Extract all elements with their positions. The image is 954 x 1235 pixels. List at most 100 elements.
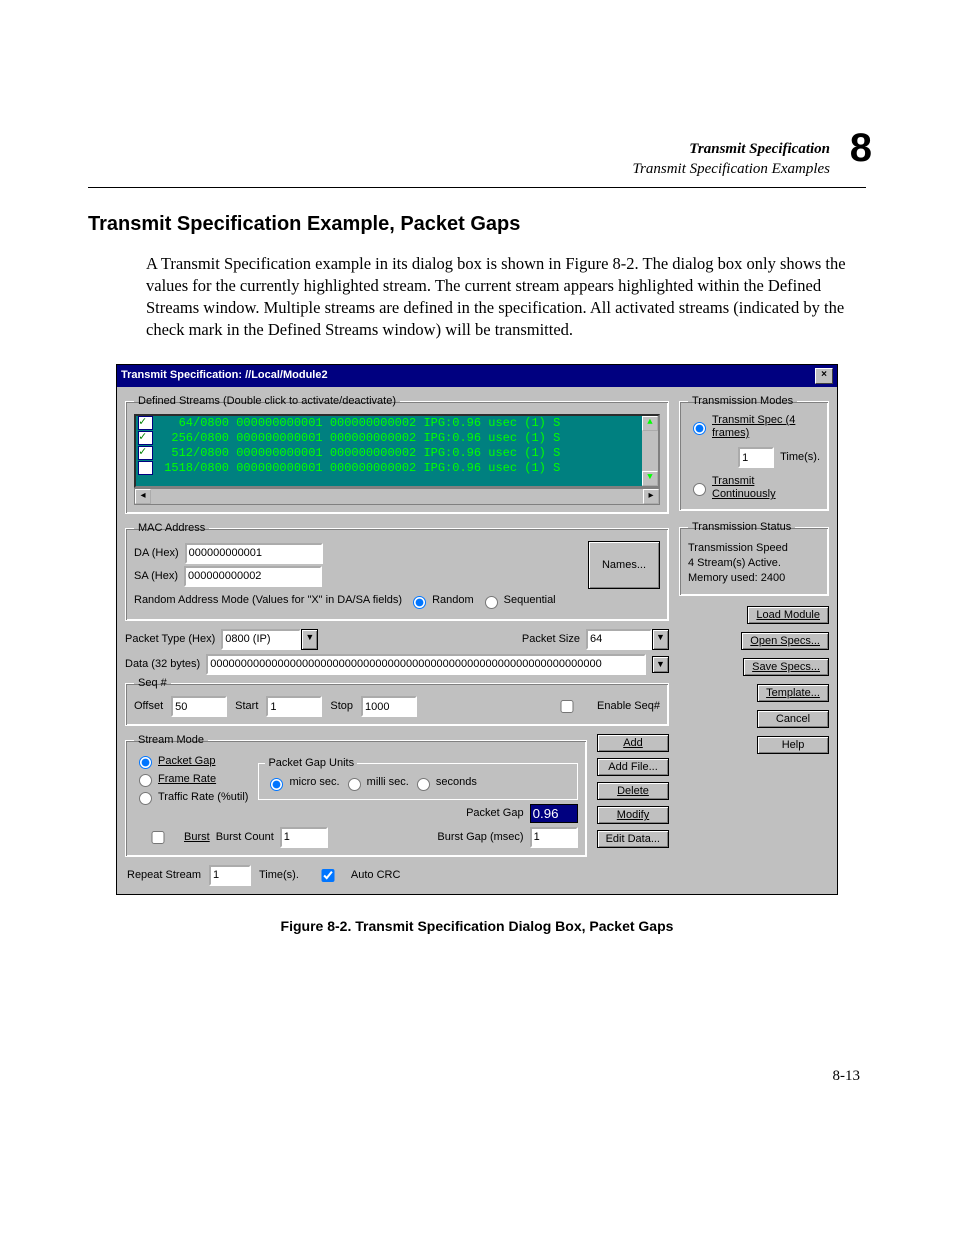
running-header-line2: Transmit Specification Examples (88, 160, 830, 180)
figure-caption: Figure 8-2. Transmit Specification Dialo… (88, 917, 866, 935)
header-rule (88, 187, 866, 188)
check-icon (138, 416, 153, 430)
template-button[interactable]: Template... (757, 684, 829, 702)
seq-offset-field[interactable] (171, 696, 227, 717)
seq-stop-field[interactable] (361, 696, 417, 717)
list-item[interactable]: 256/0800 000000000001 000000000002 IPG:0… (138, 431, 640, 446)
burst-count-field[interactable] (280, 827, 328, 848)
burst-count-label: Burst Count (216, 831, 274, 844)
transmit-times-label: Time(s). (780, 451, 820, 464)
check-icon (138, 461, 153, 475)
help-button[interactable]: Help (757, 736, 829, 754)
running-header-line1: Transmit Specification (88, 140, 830, 160)
scroll-right-icon[interactable]: ▸ (643, 489, 659, 504)
random-mode-label: Random Address Mode (Values for "X" in D… (134, 594, 402, 607)
units-msec-radio[interactable]: milli sec. (343, 775, 409, 791)
chapter-number: 8 (850, 128, 872, 168)
sequential-radio[interactable]: Sequential (480, 593, 556, 609)
defined-streams-group: Defined Streams (Double click to activat… (125, 395, 669, 514)
transmission-status-group: Transmission Status Transmission Speed 4… (679, 521, 829, 597)
scroll-down-icon[interactable]: ▼ (642, 471, 658, 486)
dialog-title: Transmit Specification: //Local/Module2 (121, 369, 328, 382)
auto-crc-checkbox[interactable]: Auto CRC (307, 866, 401, 885)
gap-units-group: Packet Gap Units micro sec. milli sec. s… (258, 757, 577, 799)
sa-label: SA (Hex) (134, 570, 178, 583)
check-icon (138, 431, 153, 445)
list-item[interactable]: 512/0800 000000000001 000000000002 IPG:0… (138, 446, 640, 461)
transmit-cont-radio[interactable]: Transmit Continuously (688, 475, 820, 501)
cancel-button[interactable]: Cancel (757, 710, 829, 728)
defined-streams-legend: Defined Streams (Double click to activat… (134, 395, 400, 408)
packet-type-label: Packet Type (Hex) (125, 633, 215, 646)
open-specs-button[interactable]: Open Specs... (741, 632, 829, 650)
close-icon[interactable]: × (815, 368, 833, 384)
repeat-times-label: Time(s). (259, 869, 299, 882)
seq-stop-label: Stop (330, 700, 353, 713)
enable-seq-checkbox[interactable]: Enable Seq# (539, 697, 660, 716)
packet-gap-field[interactable] (530, 804, 578, 823)
defined-streams-list[interactable]: ▲▼ 64/0800 000000000001 000000000002 IPG… (134, 414, 660, 488)
packet-size-combo[interactable]: ▼ (586, 629, 669, 650)
units-usec-radio[interactable]: micro sec. (265, 775, 339, 791)
burst-gap-label: Burst Gap (msec) (437, 831, 523, 844)
units-sec-radio[interactable]: seconds (412, 775, 477, 791)
packet-size-label: Packet Size (522, 633, 580, 646)
figure: Transmit Specification: //Local/Module2 … (88, 364, 866, 935)
da-label: DA (Hex) (134, 547, 179, 560)
status-active: 4 Stream(s) Active. (688, 557, 820, 570)
traffic-rate-radio[interactable]: Traffic Rate (%util) (134, 789, 248, 805)
gap-units-legend: Packet Gap Units (265, 757, 357, 770)
dropdown-icon[interactable]: ▼ (652, 656, 669, 673)
stream-mode-group: Stream Mode Packet Gap Frame Rate Traffi… (125, 734, 587, 857)
add-file-button[interactable]: Add File... (597, 758, 669, 776)
delete-button[interactable]: Delete (597, 782, 669, 800)
seq-start-field[interactable] (266, 696, 322, 717)
repeat-label: Repeat Stream (127, 869, 201, 882)
seq-group: Seq # Offset Start Stop Enable Seq# (125, 677, 669, 726)
dropdown-icon[interactable]: ▼ (652, 629, 669, 650)
packet-type-field[interactable] (221, 629, 301, 650)
status-memory: Memory used: 2400 (688, 572, 820, 585)
burst-checkbox[interactable]: Burst (134, 828, 210, 847)
list-item[interactable]: 64/0800 000000000001 000000000002 IPG:0.… (138, 416, 640, 431)
random-radio[interactable]: Random (408, 593, 474, 609)
check-icon (138, 446, 153, 460)
scroll-left-icon[interactable]: ◂ (135, 489, 151, 504)
transmit-spec-radio[interactable]: Transmit Spec (4 frames) (688, 414, 820, 440)
trans-modes-legend: Transmission Modes (688, 395, 797, 408)
packet-gap-label: Packet Gap (466, 807, 523, 820)
save-specs-button[interactable]: Save Specs... (743, 658, 829, 676)
edit-data-button[interactable]: Edit Data... (597, 830, 669, 848)
dropdown-icon[interactable]: ▼ (301, 629, 318, 650)
transmit-spec-dialog: Transmit Specification: //Local/Module2 … (116, 364, 838, 895)
list-item[interactable]: 1518/0800 000000000001 000000000002 IPG:… (138, 461, 640, 476)
modify-button[interactable]: Modify (597, 806, 669, 824)
burst-gap-field[interactable] (530, 827, 578, 848)
section-paragraph: A Transmit Specification example in its … (146, 253, 866, 342)
mac-address-group: MAC Address DA (Hex) SA (Hex) (125, 522, 669, 621)
sa-field[interactable] (184, 566, 322, 587)
seq-offset-label: Offset (134, 700, 163, 713)
scroll-up-icon[interactable]: ▲ (642, 416, 658, 431)
streams-hscroll[interactable]: ◂▸ (134, 488, 660, 505)
transmit-times-field[interactable] (738, 447, 774, 468)
load-module-button[interactable]: Load Module (747, 606, 829, 624)
packet-type-combo[interactable]: ▼ (221, 629, 318, 650)
data-label: Data (32 bytes) (125, 658, 200, 671)
data-field[interactable] (206, 654, 646, 675)
packet-gap-radio[interactable]: Packet Gap (134, 753, 248, 769)
add-button[interactable]: Add (597, 734, 669, 752)
streams-vscroll[interactable]: ▲▼ (642, 416, 658, 486)
dialog-titlebar[interactable]: Transmit Specification: //Local/Module2 … (117, 365, 837, 387)
repeat-field[interactable] (209, 865, 251, 886)
packet-size-field[interactable] (586, 629, 652, 650)
transmission-modes-group: Transmission Modes Transmit Spec (4 fram… (679, 395, 829, 511)
names-button[interactable]: Names... (588, 541, 660, 589)
page-number: 8-13 (833, 1068, 861, 1085)
mac-legend: MAC Address (134, 522, 209, 535)
running-header: Transmit Specification Transmit Specific… (88, 140, 866, 179)
da-field[interactable] (185, 543, 323, 564)
seq-legend: Seq # (134, 677, 171, 690)
frame-rate-radio[interactable]: Frame Rate (134, 771, 248, 787)
status-speed: Transmission Speed (688, 542, 820, 555)
